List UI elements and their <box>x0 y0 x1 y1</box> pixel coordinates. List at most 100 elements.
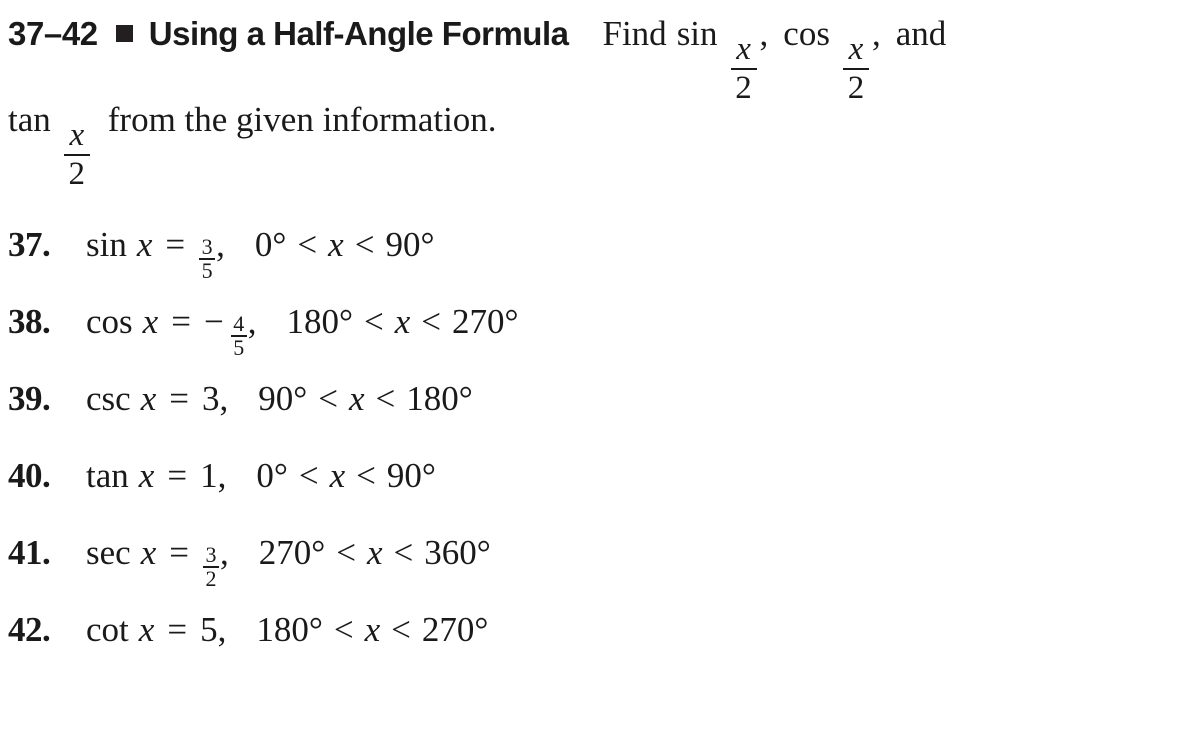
equals-sign: = <box>165 225 186 264</box>
less-than-operator-1: < <box>298 456 319 495</box>
exercise-row: 38. cos x = −4 5, 180° < x <270° <box>8 302 1158 379</box>
value-scalar: 1 <box>200 456 218 495</box>
fraction-denominator: 2 <box>847 70 865 107</box>
equals-sign: = <box>167 456 188 495</box>
range-variable-x: x <box>364 610 381 649</box>
fraction-numerator: 4 <box>233 311 245 336</box>
fraction-numerator: 3 <box>201 234 213 259</box>
value-comma: , <box>220 533 229 572</box>
less-than-operator-2: < <box>356 456 376 495</box>
exercise-number: 40. <box>8 456 51 495</box>
exercise-row: 41. sec x = 3 2, 270° < x <360° <box>8 533 1158 610</box>
textbook-exercise-page: 37–42 Using a Half-Angle Formula Find si… <box>0 0 1193 733</box>
trig-function-label: sin <box>86 225 127 264</box>
range-lower-bound: 180° <box>286 302 353 341</box>
range-lower-bound: 0° <box>254 225 287 264</box>
equals-sign: = <box>171 302 191 341</box>
exercise-range-label: 37–42 <box>8 15 98 52</box>
value-scalar: 5 <box>200 610 218 649</box>
range-lower-bound: 90° <box>258 379 308 418</box>
sin-function-label: sin <box>676 14 718 53</box>
exercise-statement: csc x = 3, 90° < x <180° <box>86 379 473 419</box>
range-lower-bound: 0° <box>256 456 288 495</box>
exercise-statement: cos x = −4 5, 180° < x <270° <box>86 302 519 360</box>
value-comma: , <box>247 302 257 341</box>
less-than-operator-2: < <box>391 610 411 649</box>
range-lower-bound: 270° <box>258 533 326 572</box>
fraction-x-over-2-cos: x 2 <box>842 31 869 107</box>
exercise-list: 37. sin x = 3 5, 0° < x <90° 38. cos x = −4 5, 180° < x <… <box>8 225 1158 687</box>
fraction-x-over-2-tan: x 2 <box>63 117 90 193</box>
range-variable-x: x <box>367 533 383 572</box>
exercise-row: 42. cot x = 5, 180° < x <270° <box>8 610 1158 687</box>
value-comma: , <box>217 456 227 495</box>
exercise-statement: tan x = 1, 0° < x <90° <box>86 456 436 496</box>
value-fraction: 35 <box>199 234 216 283</box>
separator-comma-1: , <box>759 14 769 53</box>
exercise-statement: sin x = 3 5, 0° < x <90° <box>86 225 434 283</box>
fraction-denominator: 2 <box>68 156 86 193</box>
fraction-numerator: 3 <box>205 542 217 567</box>
range-variable-x: x <box>328 225 344 264</box>
exercise-number: 37. <box>8 225 51 264</box>
range-lower-bound: 180° <box>256 610 323 649</box>
value-scalar: 3 <box>202 379 220 418</box>
value-comma: , <box>219 379 229 418</box>
tan-function-label: tan <box>8 100 51 139</box>
trig-function-label: sec <box>86 533 131 572</box>
fraction-denominator: 5 <box>233 334 245 360</box>
fraction-denominator: 2 <box>735 70 752 107</box>
fraction-numerator: x <box>736 31 751 67</box>
directions-tail: from the given information. <box>107 100 497 139</box>
fraction-x-over-2-sin: x 2 <box>730 31 757 107</box>
exercise-row: 40. tan x = 1, 0° < x <90° <box>8 456 1158 533</box>
fraction-denominator: 5 <box>201 257 213 283</box>
less-than-operator-1: < <box>336 533 356 572</box>
less-than-operator-2: < <box>354 225 375 264</box>
fraction-numerator: x <box>848 31 864 67</box>
range-upper-bound: 270° <box>421 610 489 649</box>
variable-x: x <box>142 302 159 341</box>
fraction-numerator: x <box>69 117 85 153</box>
exercise-number: 38. <box>8 302 51 341</box>
square-bullet-icon <box>115 25 133 42</box>
value-comma: , <box>216 225 225 264</box>
trig-function-label: cos <box>86 302 133 341</box>
trig-function-label: cot <box>86 610 129 649</box>
exercise-statement: sec x = 3 2, 270° < x <360° <box>86 533 491 591</box>
exercise-row: 37. sin x = 3 5, 0° < x <90° <box>8 225 1158 302</box>
variable-x: x <box>138 610 155 649</box>
equals-sign: = <box>169 533 189 572</box>
range-upper-bound: 360° <box>424 533 491 572</box>
directions-line-1: 37–42 Using a Half-Angle Formula Find si… <box>8 14 1188 105</box>
minus-sign: − <box>203 302 224 341</box>
value-fraction: 32 <box>203 542 219 591</box>
less-than-operator-1: < <box>363 302 384 341</box>
value-fraction: 45 <box>230 311 247 360</box>
trig-function-label: tan <box>86 456 129 495</box>
less-than-operator-2: < <box>375 379 396 418</box>
directions-and: and <box>895 14 947 53</box>
range-upper-bound: 180° <box>406 379 473 418</box>
exercise-directions: 37–42 Using a Half-Angle Formula Find si… <box>8 14 1188 196</box>
variable-x: x <box>138 456 155 495</box>
exercise-statement: cot x = 5, 180° < x <270° <box>86 610 488 650</box>
equals-sign: = <box>169 379 189 418</box>
cos-function-label: cos <box>783 14 830 53</box>
section-title: Using a Half-Angle Formula <box>148 15 569 52</box>
separator-comma-2: , <box>871 14 881 53</box>
trig-function-label: csc <box>86 379 131 418</box>
range-variable-x: x <box>394 302 411 341</box>
range-upper-bound: 90° <box>385 225 435 264</box>
less-than-operator-2: < <box>393 533 414 572</box>
less-than-operator-1: < <box>333 610 354 649</box>
variable-x: x <box>140 533 157 572</box>
fraction-denominator: 2 <box>205 565 217 591</box>
range-upper-bound: 270° <box>452 302 519 341</box>
